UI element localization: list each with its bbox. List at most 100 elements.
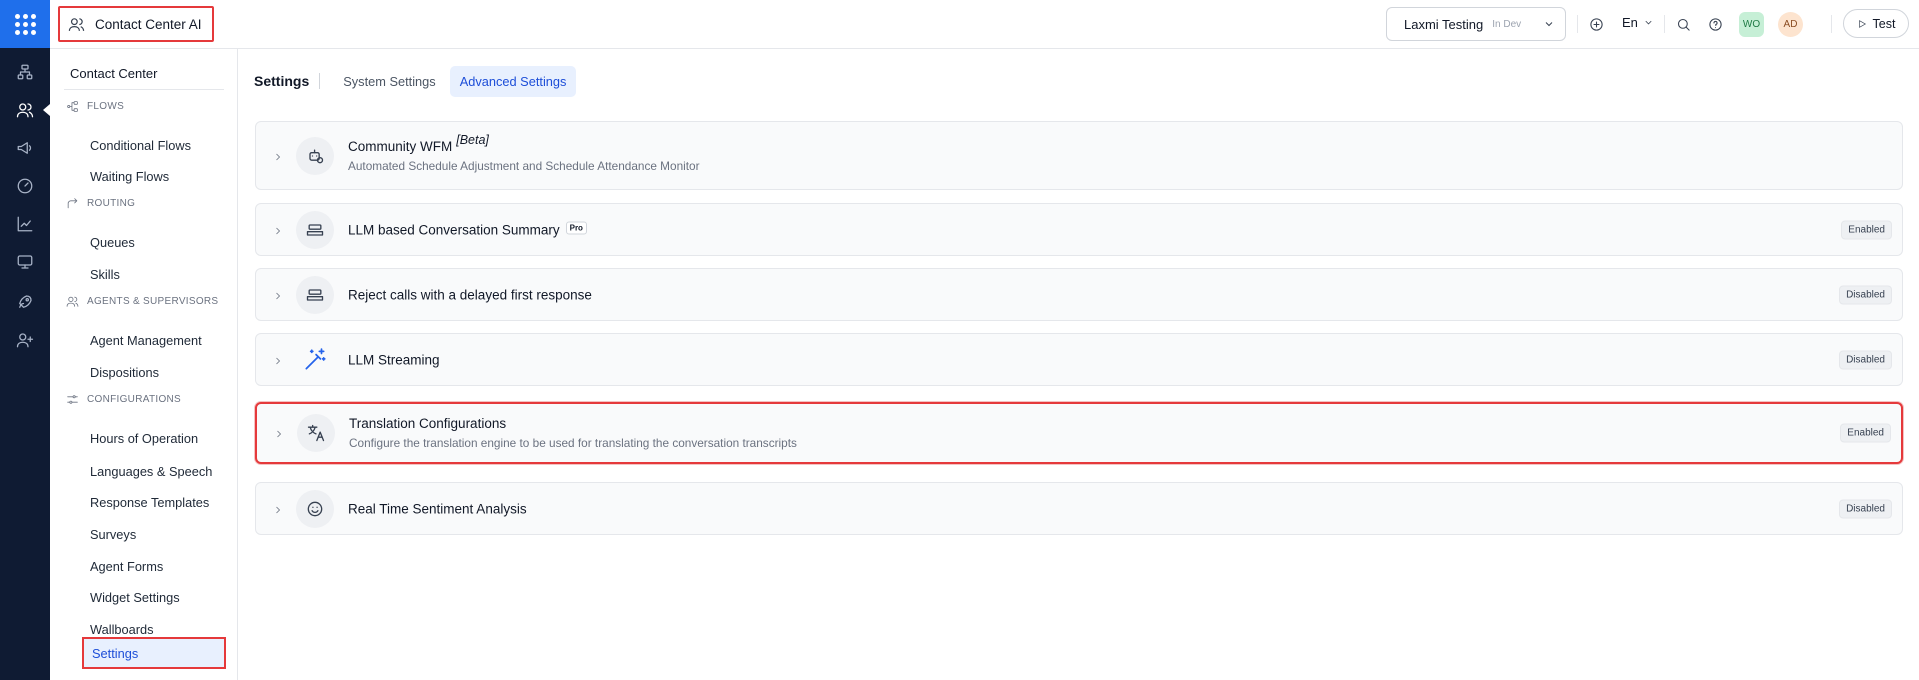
card-title: LLM Streaming bbox=[348, 352, 440, 367]
rail-monitor-button[interactable] bbox=[13, 250, 37, 274]
pro-badge: Pro bbox=[565, 221, 587, 234]
header-divider bbox=[1664, 15, 1665, 33]
play-icon bbox=[1858, 19, 1866, 28]
page-title: Settings bbox=[254, 73, 321, 89]
magic-wand-icon bbox=[305, 347, 326, 370]
sidebar-divider bbox=[64, 89, 224, 90]
robot-gear-icon bbox=[309, 149, 324, 163]
users-icon bbox=[16, 103, 34, 118]
section-flows: FLOWS bbox=[66, 100, 124, 113]
rocket-icon bbox=[19, 295, 32, 308]
chevron-right-icon bbox=[276, 506, 281, 513]
chevron-right-icon bbox=[277, 430, 282, 438]
sidebar-item-languages-speech[interactable]: Languages & Speech bbox=[90, 461, 212, 481]
sidebar-item-waiting-flows[interactable]: Waiting Flows bbox=[90, 166, 169, 186]
rail-contact-center-button[interactable] bbox=[13, 98, 37, 122]
card-description: Automated Schedule Adjustment and Schedu… bbox=[348, 158, 700, 173]
setting-card-llm-streaming[interactable]: LLM Streaming Disabled bbox=[255, 333, 1903, 386]
card-icon bbox=[296, 136, 334, 175]
rail-analytics-button[interactable] bbox=[13, 212, 37, 236]
workspace-avatar[interactable]: WO bbox=[1739, 12, 1764, 37]
expand-chevron[interactable] bbox=[272, 224, 284, 236]
status-badge: Disabled bbox=[1839, 285, 1892, 304]
sidebar-item-skills[interactable]: Skills bbox=[90, 264, 120, 284]
sidebar-item-hours-of-operation[interactable]: Hours of Operation bbox=[90, 428, 198, 448]
setting-card-llm-summary[interactable]: LLM based Conversation Summary Pro Enable… bbox=[255, 203, 1903, 256]
settings-sidebar: Contact Center FLOWS Conditional Flows W… bbox=[50, 49, 238, 680]
sidebar-item-queues[interactable]: Queues bbox=[90, 232, 135, 252]
section-routing: ROUTING bbox=[66, 197, 135, 210]
main-content: Settings System Settings Advanced Settin… bbox=[239, 49, 1919, 680]
setting-card-translation-configurations[interactable]: Translation Configurations Configure the… bbox=[255, 402, 1903, 464]
expand-chevron[interactable] bbox=[273, 427, 285, 439]
plus-circle-icon bbox=[1589, 17, 1603, 31]
flow-icon bbox=[67, 101, 78, 112]
search-button[interactable] bbox=[1674, 15, 1692, 33]
rail-dashboard-button[interactable] bbox=[13, 174, 37, 198]
active-rail-indicator bbox=[43, 104, 50, 116]
card-icon bbox=[296, 210, 334, 249]
status-badge: Disabled bbox=[1839, 350, 1892, 369]
sidebar-item-agent-management[interactable]: Agent Management bbox=[90, 330, 202, 350]
sidebar-item-agent-forms[interactable]: Agent Forms bbox=[90, 556, 163, 576]
card-icon bbox=[297, 414, 335, 452]
language-selector[interactable]: En bbox=[1622, 15, 1654, 30]
smiley-icon bbox=[307, 501, 323, 516]
settings-tabs: Settings System Settings Advanced Settin… bbox=[254, 65, 577, 97]
environment-name: Laxmi Testing bbox=[1404, 16, 1484, 32]
nav-rail bbox=[0, 0, 50, 680]
expand-chevron[interactable] bbox=[272, 354, 284, 366]
sidebar-item-settings[interactable]: Settings bbox=[82, 637, 226, 669]
environment-tag: In Dev bbox=[1492, 18, 1522, 30]
status-badge: Enabled bbox=[1840, 423, 1891, 443]
app-title[interactable]: Contact Center AI bbox=[58, 6, 214, 42]
tab-system-settings[interactable]: System Settings bbox=[333, 66, 445, 97]
status-badge: Enabled bbox=[1841, 220, 1892, 239]
environment-selector[interactable]: Laxmi Testing In Dev bbox=[1386, 7, 1566, 41]
rail-flows-button[interactable] bbox=[13, 60, 37, 84]
chevron-right-icon bbox=[276, 357, 281, 364]
sidebar-item-widget-settings[interactable]: Widget Settings bbox=[90, 587, 180, 607]
expand-chevron[interactable] bbox=[272, 289, 284, 301]
card-icon bbox=[296, 489, 334, 528]
top-header: Contact Center AI Laxmi Testing In Dev E… bbox=[50, 0, 1919, 49]
test-button[interactable]: Test bbox=[1843, 9, 1909, 38]
user-plus-icon bbox=[16, 333, 34, 348]
chart-line-icon bbox=[17, 216, 33, 232]
sitemap-icon bbox=[17, 64, 33, 80]
header-divider bbox=[1577, 15, 1578, 33]
expand-chevron[interactable] bbox=[272, 503, 284, 515]
user-avatar[interactable]: AD bbox=[1778, 12, 1803, 37]
rail-launch-button[interactable] bbox=[13, 290, 37, 314]
tab-advanced-settings[interactable]: Advanced Settings bbox=[449, 65, 577, 97]
test-button-label: Test bbox=[1872, 16, 1896, 31]
card-title: Community WFM bbox=[348, 138, 453, 154]
add-circle-button[interactable] bbox=[1587, 15, 1605, 33]
sidebar-item-conditional-flows[interactable]: Conditional Flows bbox=[90, 135, 191, 155]
rail-campaigns-button[interactable] bbox=[13, 136, 37, 160]
tray-icon bbox=[306, 288, 324, 301]
chevron-right-icon bbox=[276, 227, 281, 234]
expand-chevron[interactable] bbox=[272, 150, 284, 162]
sidebar-item-response-templates[interactable]: Response Templates bbox=[90, 492, 209, 512]
help-circle-icon bbox=[1708, 17, 1722, 31]
section-agents-supervisors: AGENTS & SUPERVISORS bbox=[66, 295, 218, 308]
setting-card-reject-calls[interactable]: Reject calls with a delayed first respon… bbox=[255, 268, 1903, 321]
header-divider bbox=[1831, 15, 1832, 33]
sidebar-item-surveys[interactable]: Surveys bbox=[90, 524, 136, 544]
chevron-right-icon bbox=[276, 292, 281, 299]
language-label: En bbox=[1622, 15, 1638, 30]
gauge-icon bbox=[17, 178, 33, 194]
translate-icon bbox=[307, 424, 325, 442]
help-button[interactable] bbox=[1706, 15, 1724, 33]
app-launcher-button[interactable] bbox=[0, 0, 50, 48]
sidebar-item-wallboards[interactable]: Wallboards bbox=[90, 619, 154, 639]
redo-arrow-icon bbox=[67, 198, 78, 209]
sliders-icon bbox=[67, 395, 78, 404]
chevron-down-icon bbox=[1545, 22, 1553, 27]
rail-add-user-button[interactable] bbox=[13, 328, 37, 352]
setting-card-sentiment-analysis[interactable]: Real Time Sentiment Analysis Disabled bbox=[255, 482, 1903, 535]
setting-card-community-wfm[interactable]: Community WFM [Beta] Automated Schedule A… bbox=[255, 121, 1903, 190]
chevron-down-icon bbox=[1645, 20, 1652, 25]
sidebar-item-dispositions[interactable]: Dispositions bbox=[90, 362, 159, 382]
